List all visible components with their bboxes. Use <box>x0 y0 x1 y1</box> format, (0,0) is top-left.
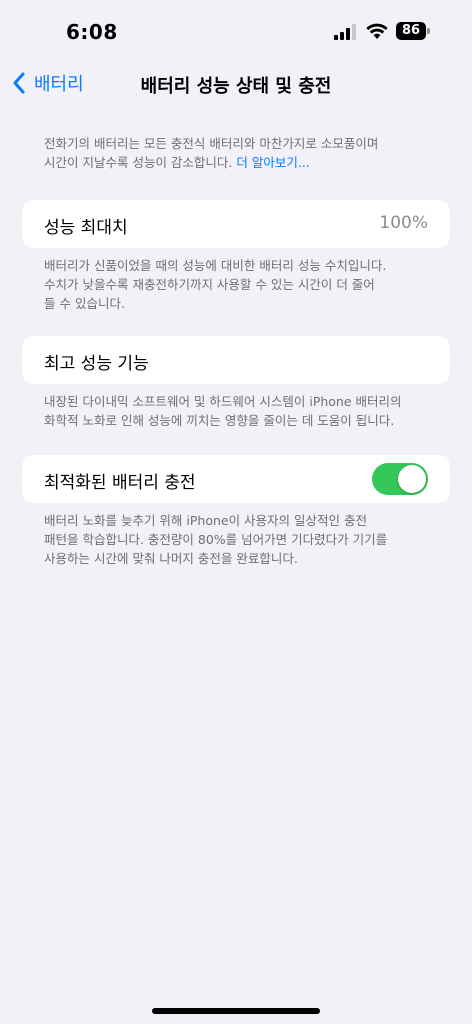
cellular-signal-icon <box>334 24 356 40</box>
toggle-knob <box>398 465 426 493</box>
max-capacity-row: 성능 최대치 100% <box>22 200 450 248</box>
peak-performance-footnote: 내장된 다이내믹 소프트웨어 및 하드웨어 시스템이 iPhone 배터리의 화… <box>44 392 454 430</box>
optimized-charging-footnote-line-3: 사용하는 시간에 맞춰 나머지 충전을 완료합니다. <box>44 551 298 566</box>
status-bar: 6:08 86 <box>0 0 472 60</box>
optimized-charging-footnote: 배터리 노화를 늦추기 위해 iPhone이 사용자의 일상적인 충전 패턴을 … <box>44 511 454 568</box>
home-indicator[interactable] <box>152 1008 320 1014</box>
peak-performance-label: 최고 성능 기능 <box>44 354 149 374</box>
max-capacity-label: 성능 최대치 <box>44 218 128 238</box>
intro-line-1: 전화기의 배터리는 모든 충전식 배터리와 마찬가지로 소모품이며 <box>44 136 379 151</box>
learn-more-link[interactable]: 더 알아보기... <box>236 155 309 170</box>
max-capacity-footnote-line-2: 수치가 낮을수록 재충전하기까지 사용할 수 있는 시간이 더 줄어 <box>44 277 375 292</box>
max-capacity-value: 100% <box>379 213 428 233</box>
battery-cap <box>427 28 430 34</box>
max-capacity-footnote-line-3: 들 수 있습니다. <box>44 296 125 311</box>
intro-description: 전화기의 배터리는 모든 충전식 배터리와 마찬가지로 소모품이며 시간이 지날… <box>44 134 444 172</box>
max-capacity-footnote-line-1: 배터리가 신품이었을 때의 성능에 대비한 배터리 성능 수치입니다. <box>44 258 387 273</box>
page-title: 배터리 성능 상태 및 충전 <box>140 76 332 97</box>
wifi-icon <box>366 23 388 39</box>
peak-performance-footnote-line-2: 화학적 노화로 인해 성능에 끼치는 영향을 줄이는 데 도움이 됩니다. <box>44 413 395 428</box>
optimized-charging-row: 최적화된 배터리 충전 <box>22 455 450 503</box>
peak-performance-row: 최고 성능 기능 <box>22 336 450 384</box>
navigation-bar: 배터리 배터리 성능 상태 및 충전 <box>0 62 472 106</box>
max-capacity-footnote: 배터리가 신품이었을 때의 성능에 대비한 배터리 성능 수치입니다. 수치가 … <box>44 256 444 313</box>
peak-performance-footnote-line-1: 내장된 다이내믹 소프트웨어 및 하드웨어 시스템이 iPhone 배터리의 <box>44 394 402 409</box>
optimized-charging-label: 최적화된 배터리 충전 <box>44 473 196 493</box>
battery-level: 86 <box>396 22 426 40</box>
intro-line-2: 시간이 지날수록 성능이 감소합니다. 더 알아보기... <box>44 153 444 172</box>
status-time: 6:08 <box>66 20 118 44</box>
optimized-charging-footnote-line-1: 배터리 노화를 늦추기 위해 iPhone이 사용자의 일상적인 충전 <box>44 513 368 528</box>
intro-line-2-text: 시간이 지날수록 성능이 감소합니다. <box>44 155 233 170</box>
optimized-charging-footnote-line-2: 패턴을 학습합니다. 충전량이 80%를 넘어가면 기다렸다가 기기를 <box>44 532 388 547</box>
battery-icon: 86 <box>396 22 432 40</box>
optimized-charging-toggle[interactable] <box>372 463 428 495</box>
